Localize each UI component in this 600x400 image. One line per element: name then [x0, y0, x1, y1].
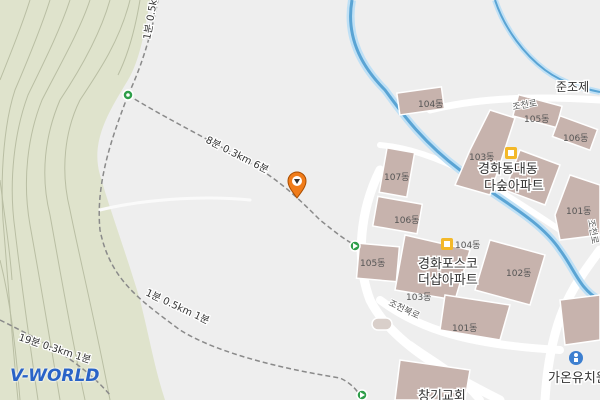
- building-label: 104동: [455, 240, 480, 251]
- apartment-icon[interactable]: [505, 147, 517, 159]
- trail-node-icon[interactable]: [122, 89, 134, 101]
- building-label: 106동: [563, 133, 588, 144]
- building-label: 101동: [566, 206, 591, 217]
- trail-label: 8분 0.3km 6분: [204, 134, 271, 176]
- vworld-logo: V-WORLD: [10, 366, 100, 386]
- place-label-kindergarten: 가온유치원: [548, 371, 600, 386]
- building-label: 105동: [360, 258, 385, 269]
- building-label: 101동: [452, 323, 477, 334]
- trail-label: 1분 0.5km 1분: [144, 287, 212, 327]
- map-canvas: 8분 0.3km 6분 1분 0.5km 1분 19분 0.3km 1분 1분 …: [0, 0, 600, 400]
- map-view[interactable]: 8분 0.3km 6분 1분 0.5km 1분 19분 0.3km 1분 1분 …: [0, 0, 600, 400]
- building-label: 103동: [406, 292, 431, 303]
- apartment-name: 경화동대동: [478, 162, 538, 177]
- apartment-name: 경화포스코: [418, 257, 478, 272]
- building-label: 107동: [384, 172, 409, 183]
- trail-node-icon[interactable]: [356, 389, 368, 400]
- apartment-icon[interactable]: [441, 238, 453, 250]
- kindergarten-icon[interactable]: [569, 351, 583, 365]
- trail-node-icon[interactable]: [349, 240, 361, 252]
- building-label: 106동: [394, 215, 419, 226]
- building-label: 102동: [506, 268, 531, 279]
- building-label: 105동: [524, 114, 549, 125]
- building-label: 104동: [418, 99, 443, 110]
- place-label-church: 창기교회: [418, 389, 466, 400]
- apartment-sub: 더샵아파트: [418, 273, 478, 288]
- map-pin-icon[interactable]: [287, 171, 307, 199]
- place-label-junjoje: 준조제: [556, 80, 589, 94]
- apartment-sub: 다숲아파트: [484, 179, 544, 194]
